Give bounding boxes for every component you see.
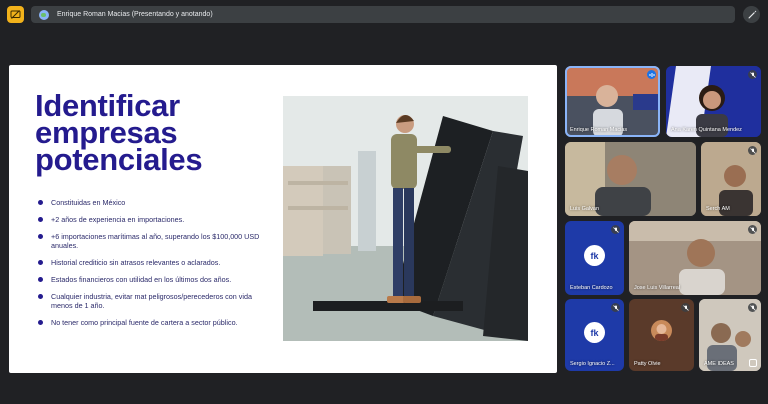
- pin-icon[interactable]: [749, 359, 757, 367]
- slide-bullet: Constituidas en México: [35, 198, 275, 207]
- pen-icon: [748, 10, 756, 18]
- warehouse-worker-illustration: [283, 96, 528, 341]
- meet-window: Enrique Roman Macias (Presentando y anot…: [0, 0, 768, 404]
- bullet-dot-icon: [38, 260, 43, 265]
- muted-mic-indicator: [748, 303, 757, 312]
- muted-mic-indicator: [611, 225, 620, 234]
- participant-tile[interactable]: Patty Olvie: [629, 299, 694, 371]
- participant-video: [565, 142, 696, 216]
- present-screen-button[interactable]: [7, 6, 24, 23]
- participant-tile[interactable]: fk Esteban Cardozo: [565, 221, 624, 295]
- muted-mic-indicator: [681, 303, 690, 312]
- participant-name: Sergio Ignacio Z...: [570, 361, 615, 367]
- bullet-text: Estados financieros con utilidad en los …: [51, 275, 232, 284]
- mic-off-icon: [749, 304, 756, 311]
- bullet-text: +2 años de experiencia en importaciones.: [51, 215, 185, 224]
- avatar: fk: [584, 322, 605, 344]
- slide-bullet: Historial crediticio sin atrasos relevan…: [35, 258, 275, 267]
- participant-tile[interactable]: Luis Galvan: [565, 142, 696, 216]
- bullet-dot-icon: [38, 277, 43, 282]
- muted-mic-indicator: [748, 70, 757, 79]
- participant-tile[interactable]: Enrique Roman Macias: [565, 66, 660, 137]
- mic-off-icon: [612, 304, 619, 311]
- slide-bullet: +6 importaciones marítimas al año, super…: [35, 232, 275, 250]
- avatar: fk: [584, 245, 605, 267]
- mic-off-icon: [749, 147, 756, 154]
- bullet-text: Historial crediticio sin atrasos relevan…: [51, 258, 221, 267]
- presenter-label: Enrique Roman Macias (Presentando y anot…: [57, 11, 213, 18]
- participant-tile[interactable]: Serch AM: [701, 142, 761, 216]
- slide-title-line: potenciales: [35, 142, 203, 177]
- participant-tile[interactable]: fk Sergio Ignacio Z...: [565, 299, 624, 371]
- participant-name: Patty Olvie: [634, 361, 661, 367]
- bullet-text: Constituidas en México: [51, 198, 126, 207]
- presenter-avatar-icon: [39, 9, 49, 20]
- mic-off-icon: [612, 226, 619, 233]
- participant-name: Jose Luis Villarreal: [634, 285, 681, 291]
- bullet-text: +6 importaciones marítimas al año, super…: [51, 232, 260, 250]
- muted-mic-indicator: [748, 225, 757, 234]
- participant-name: AME IDEAS: [704, 361, 734, 367]
- audio-level-icon: [649, 72, 654, 77]
- slide-bullet-list: Constituidas en México +2 años de experi…: [35, 198, 275, 335]
- participant-name: Ana Karen Quintana Mendez: [671, 127, 742, 133]
- participant-name: Enrique Roman Macias: [570, 127, 628, 133]
- participant-video: [629, 221, 761, 295]
- bullet-text: No tener como principal fuente de carter…: [51, 318, 238, 327]
- slide-bullet: +2 años de experiencia en importaciones.: [35, 215, 275, 224]
- slide-bullet: Cualquier industria, evitar mat peligros…: [35, 292, 275, 310]
- annotate-button[interactable]: [743, 6, 760, 23]
- slide-photo: [283, 96, 528, 341]
- bullet-text: Cualquier industria, evitar mat peligros…: [51, 292, 252, 310]
- participant-name: Serch AM: [706, 206, 730, 212]
- participant-tile[interactable]: Ana Karen Quintana Mendez: [666, 66, 761, 137]
- participant-name: Esteban Cardozo: [570, 285, 613, 291]
- participant-tile[interactable]: Jose Luis Villarreal: [629, 221, 761, 295]
- bullet-dot-icon: [38, 217, 43, 222]
- mic-off-icon: [749, 71, 756, 78]
- bullet-dot-icon: [38, 320, 43, 325]
- screen-share-icon: [10, 10, 21, 19]
- mic-off-icon: [682, 304, 689, 311]
- presentation-banner[interactable]: Enrique Roman Macias (Presentando y anot…: [31, 6, 735, 23]
- bullet-dot-icon: [38, 200, 43, 205]
- muted-mic-indicator: [611, 303, 620, 312]
- slide-bullet: No tener como principal fuente de carter…: [35, 318, 275, 327]
- bullet-dot-icon: [38, 234, 43, 239]
- avatar-photo: [655, 324, 668, 342]
- participant-name: Luis Galvan: [570, 206, 600, 212]
- slide-title: Identificar empresas potenciales: [35, 90, 255, 177]
- slide-bullet: Estados financieros con utilidad en los …: [35, 275, 275, 284]
- muted-mic-indicator: [748, 146, 757, 155]
- shared-slide: Identificar empresas potenciales Constit…: [9, 65, 557, 373]
- avatar: [651, 320, 672, 342]
- speaking-indicator: [647, 70, 656, 79]
- mic-off-icon: [749, 226, 756, 233]
- participant-tile[interactable]: AME IDEAS: [699, 299, 761, 371]
- bullet-dot-icon: [38, 294, 43, 299]
